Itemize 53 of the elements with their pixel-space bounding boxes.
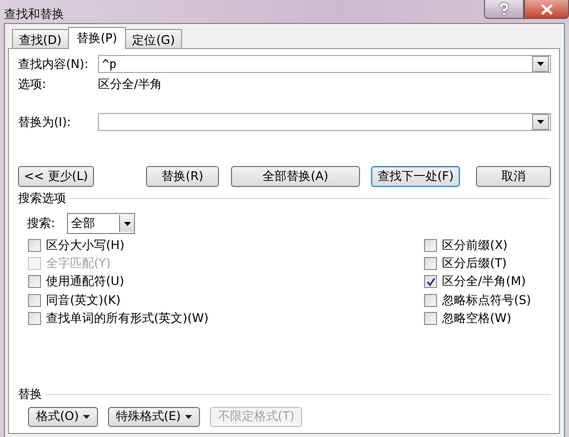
replace-field[interactable] bbox=[98, 113, 551, 131]
search-label: 搜索: bbox=[27, 215, 56, 232]
checkbox-label: 全字匹配(Y) bbox=[46, 255, 111, 272]
tab[interactable]: 查找(D) bbox=[12, 29, 69, 48]
tab[interactable]: 定位(G) bbox=[125, 29, 182, 48]
button[interactable]: 替换(R) bbox=[146, 166, 219, 187]
field-label: 查找内容(N): bbox=[18, 56, 90, 72]
button[interactable]: 特殊格式(E) bbox=[108, 406, 200, 427]
close-button[interactable] bbox=[524, 0, 569, 19]
button[interactable]: 全部替换(A) bbox=[231, 166, 360, 187]
checkbox[interactable] bbox=[28, 238, 41, 252]
button[interactable]: 格式(O) bbox=[28, 406, 98, 427]
caret-icon bbox=[82, 414, 90, 419]
checkbox-label: 同音(英文)(K) bbox=[46, 292, 121, 309]
checkbox[interactable] bbox=[424, 275, 438, 288]
checkbox-label: 区分后缀(T) bbox=[442, 255, 507, 272]
checkbox-label: 使用通配符(U) bbox=[46, 273, 124, 290]
button[interactable]: << 更少(L) bbox=[18, 166, 94, 187]
button[interactable]: 取消 bbox=[476, 166, 551, 187]
section-heading: 替换 bbox=[18, 386, 42, 403]
checkbox-label: 区分前缀(X) bbox=[442, 236, 508, 254]
checkbox-label: 查找单词的所有形式(英文)(W) bbox=[46, 310, 209, 328]
checkbox-label: 忽略标点符号(S) bbox=[442, 292, 531, 309]
caret-icon bbox=[124, 222, 130, 226]
checkbox[interactable] bbox=[424, 238, 438, 252]
options-label: 选项: bbox=[18, 76, 48, 92]
window-title: 查找和替换 bbox=[3, 6, 65, 23]
field-value: ^p bbox=[101, 57, 116, 71]
options-value: 区分全/半角 bbox=[98, 76, 162, 92]
check-icon bbox=[426, 276, 436, 287]
button[interactable]: 查找下一处(F) bbox=[371, 166, 460, 187]
checkbox[interactable] bbox=[28, 294, 41, 307]
dropdown-button[interactable] bbox=[532, 56, 549, 72]
find-field[interactable]: ^p bbox=[98, 55, 551, 73]
checkbox[interactable] bbox=[424, 257, 438, 270]
checkbox-label: 区分大小写(H) bbox=[46, 236, 124, 254]
field-label: 替换为(I): bbox=[18, 114, 72, 130]
tab[interactable]: 替换(P) bbox=[68, 27, 126, 49]
dropdown-button[interactable] bbox=[532, 114, 549, 130]
help-icon bbox=[499, 3, 509, 15]
close-icon bbox=[540, 4, 552, 14]
section-heading: 搜索选项 bbox=[18, 190, 66, 207]
caret-icon bbox=[537, 62, 544, 66]
help-button[interactable] bbox=[484, 0, 524, 19]
checkbox-label: 区分全/半角(M) bbox=[442, 273, 526, 290]
caret-icon bbox=[537, 120, 544, 124]
checkbox[interactable] bbox=[28, 312, 41, 326]
search-dropdown[interactable]: 全部 bbox=[67, 213, 135, 234]
checkbox[interactable] bbox=[28, 275, 41, 288]
caret-icon bbox=[184, 414, 192, 419]
checkbox-label: 忽略空格(W) bbox=[442, 310, 512, 328]
checkbox[interactable] bbox=[424, 294, 438, 307]
checkbox[interactable] bbox=[424, 312, 438, 326]
